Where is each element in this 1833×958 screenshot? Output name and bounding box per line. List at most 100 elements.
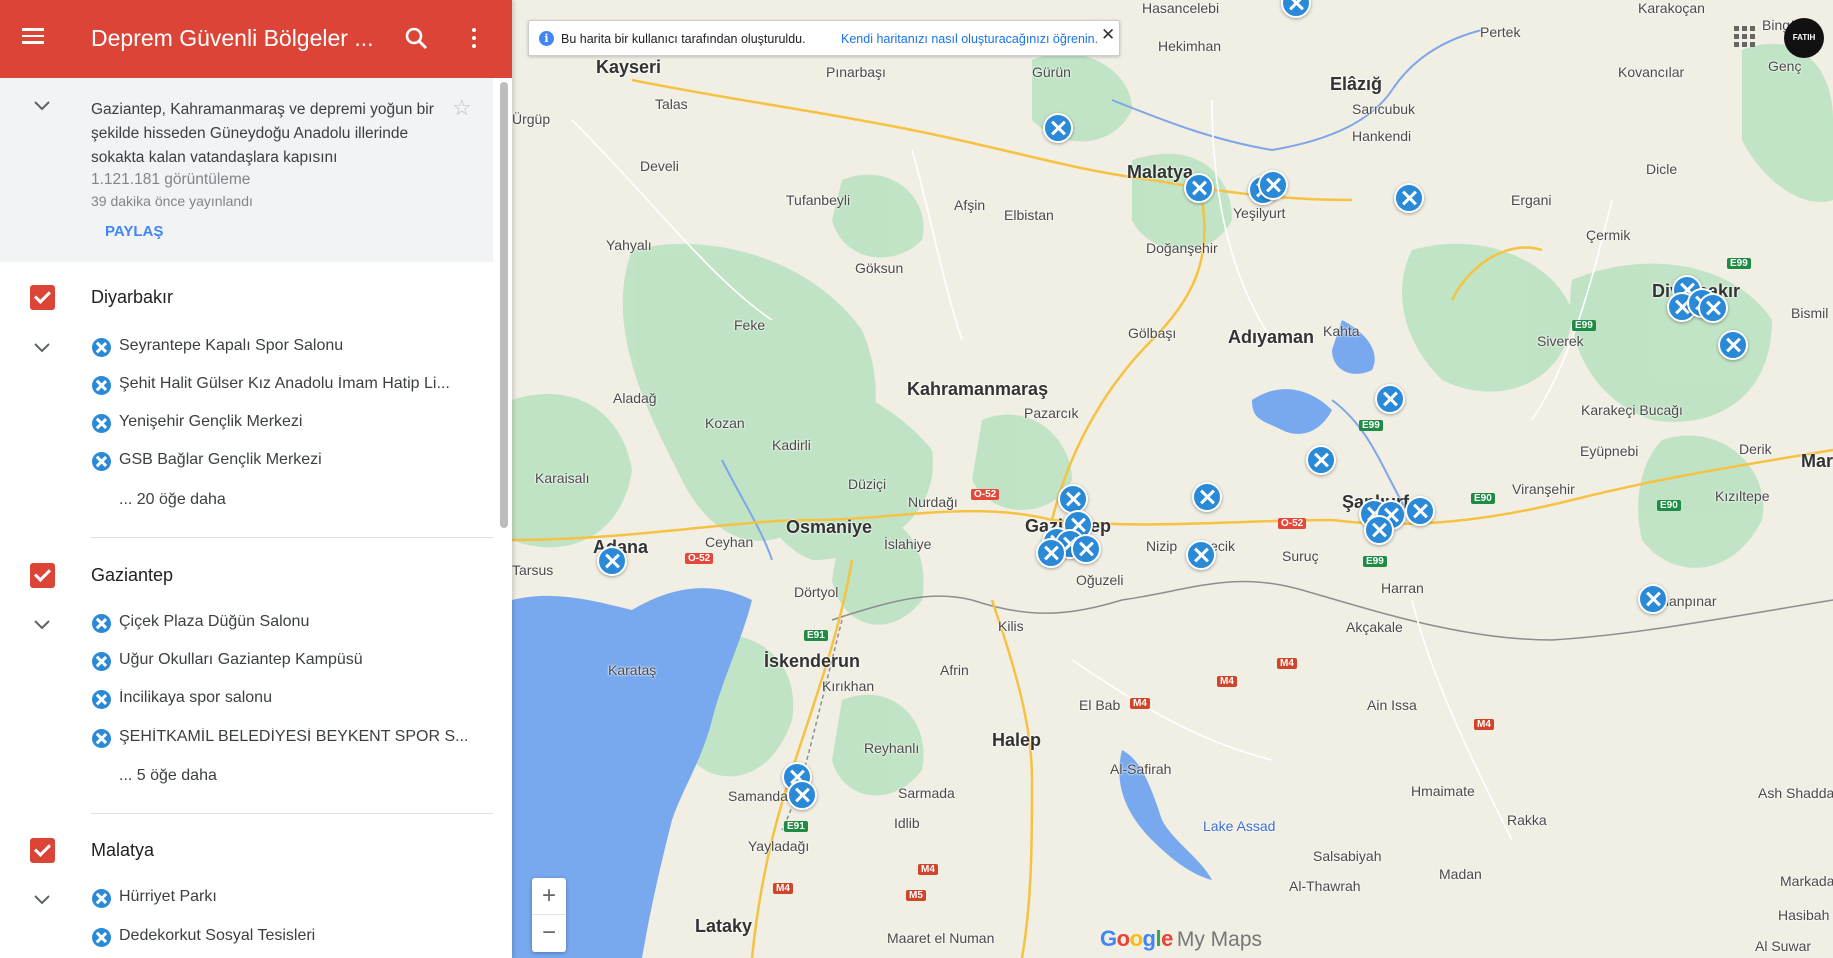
close-icon[interactable]: ✕ (1101, 25, 1115, 45)
apps-grid-icon[interactable] (1734, 26, 1756, 48)
city-label: Salsabiyah (1313, 848, 1382, 864)
layer-checkbox[interactable] (30, 838, 55, 863)
city-label: Gölbaşı (1128, 325, 1177, 341)
road-shield: M5 (906, 890, 926, 901)
shelter-pin[interactable] (1394, 183, 1424, 213)
my-maps-wordmark: My Maps (1176, 928, 1263, 951)
city-label: Madan (1439, 866, 1482, 882)
city-label: Ain Issa (1367, 697, 1417, 713)
layer-checkbox[interactable] (30, 563, 55, 588)
road-shield: E99 (1727, 258, 1751, 269)
city-label: Al-Safirah (1110, 761, 1172, 777)
city-label: Yahyalı (606, 237, 652, 253)
city-label: Akçakale (1346, 619, 1403, 635)
map-description: Gaziantep, Kahramanmaraş ve depremi yoğu… (91, 101, 434, 166)
city-label: Tufanbeyli (786, 192, 851, 208)
shelter-pin[interactable] (1364, 515, 1394, 545)
list-item[interactable]: İncilikaya spor salonu (92, 686, 472, 714)
city-label: Oğuzeli (1076, 572, 1124, 588)
shelter-pin[interactable] (1698, 293, 1728, 323)
layer-checkbox[interactable] (30, 285, 55, 310)
star-icon[interactable]: ☆ (452, 95, 472, 121)
zoom-in-button[interactable]: + (532, 878, 566, 915)
shelter-pin[interactable] (787, 780, 817, 810)
shelter-pin[interactable] (1405, 496, 1435, 526)
city-label: Ceyhan (705, 534, 754, 550)
sidebar-scrollbar[interactable] (500, 82, 508, 528)
city-label: Hasibah (1778, 907, 1830, 923)
shelter-pin[interactable] (1184, 173, 1214, 203)
hospital-marker-icon (92, 452, 111, 471)
road-shield: M4 (1474, 719, 1494, 730)
city-label: Feke (734, 317, 766, 333)
chevron-down-icon[interactable] (33, 619, 51, 631)
share-button[interactable]: PAYLAŞ (105, 223, 163, 240)
shelter-pin[interactable] (1306, 445, 1336, 475)
shelter-pin[interactable] (1043, 113, 1073, 143)
road-shield: O-52 (971, 489, 1000, 500)
list-item[interactable]: Yenişehir Gençlik Merkezi (92, 410, 472, 438)
sidebar: Deprem Güvenli Bölgeler ... Gaziantep, K… (0, 0, 512, 958)
list-item[interactable]: GSB Bağlar Gençlik Merkezi (92, 448, 472, 476)
city-label: Karakeçi Bucağı (1581, 402, 1683, 418)
city-label: Adıyaman (1228, 327, 1315, 347)
chevron-down-icon[interactable] (33, 894, 51, 906)
shelter-pin[interactable] (1036, 538, 1066, 568)
shelter-pin[interactable] (1718, 330, 1748, 360)
city-label: Yayladağı (748, 838, 810, 854)
map-canvas[interactable]: Kayseri Malatya Elâzığ Adıyaman Kahraman… (512, 0, 1833, 958)
city-label: Hmaimate (1411, 783, 1475, 799)
city-label: Viranşehir (1512, 481, 1575, 497)
shelter-pin[interactable] (1071, 534, 1101, 564)
more-items-link[interactable]: ... 20 öğe daha (119, 491, 226, 509)
city-label: Kovancılar (1618, 64, 1685, 80)
more-items-link[interactable]: ... 5 öğe daha (119, 767, 217, 785)
city-label: Kadirli (772, 437, 811, 453)
city-label: Mardin (1801, 451, 1833, 471)
chevron-down-icon[interactable] (33, 100, 51, 112)
search-icon[interactable] (402, 24, 432, 54)
menu-icon[interactable] (18, 24, 48, 54)
zoom-controls: + − (532, 878, 566, 952)
zoom-out-button[interactable]: − (532, 915, 566, 952)
list-item[interactable]: Uğur Okulları Gaziantep Kampüsü (92, 648, 472, 676)
city-label: Malatya (1127, 162, 1194, 182)
city-label: Gürün (1032, 64, 1071, 80)
list-item[interactable]: Hürriyet Parkı (92, 885, 472, 913)
city-label: Nizip (1146, 538, 1178, 554)
shelter-pin[interactable] (597, 546, 627, 576)
city-label: Al Suwar (1755, 938, 1812, 954)
hospital-marker-icon (92, 376, 111, 395)
shelter-pin[interactable] (1638, 584, 1668, 614)
shelter-pin[interactable] (1258, 170, 1288, 200)
shelter-pin[interactable] (1375, 384, 1405, 414)
road-shield: M4 (1130, 698, 1150, 709)
road-shield: M4 (1217, 676, 1237, 687)
city-label: Göksun (855, 260, 904, 276)
city-label: Kızıltepe (1715, 488, 1770, 504)
hospital-marker-icon (92, 690, 111, 709)
city-label: Lataky (695, 916, 753, 936)
learn-more-link[interactable]: Kendi haritanızı nasıl oluşturacağınızı … (841, 32, 1098, 46)
list-item[interactable]: Çiçek Plaza Düğün Salonu (92, 610, 472, 638)
city-label: Pazarcık (1024, 405, 1079, 421)
info-banner: i Bu harita bir kullanıcı tarafından olu… (528, 20, 1120, 56)
list-item[interactable]: Şehit Halit Gülser Kız Anadolu İmam Hati… (92, 372, 472, 400)
city-label: Reyhanlı (864, 740, 920, 756)
more-options-icon[interactable] (462, 24, 486, 54)
layer-diyarbakir: Diyarbakır Seyrantepe Kapalı Spor Salonu… (0, 262, 493, 542)
city-label: El Bab (1079, 697, 1121, 713)
list-item[interactable]: Seyrantepe Kapalı Spor Salonu (92, 334, 472, 362)
city-label: Çermik (1586, 227, 1631, 243)
list-item[interactable]: Dedekorkut Sosyal Tesisleri (92, 924, 472, 952)
list-item[interactable]: ŞEHİTKAMİL BELEDİYESİ BEYKENT SPOR S... (92, 725, 472, 753)
shelter-pin[interactable] (1192, 482, 1222, 512)
hospital-marker-icon (92, 338, 111, 357)
city-label: Sarıcubuk (1352, 101, 1416, 117)
shelter-pin[interactable] (1058, 484, 1088, 514)
shelter-pin[interactable] (1186, 540, 1216, 570)
chevron-down-icon[interactable] (33, 342, 51, 354)
city-label: Ash Shaddadah (1758, 785, 1833, 801)
road-shield: O-52 (1278, 518, 1307, 529)
account-avatar[interactable]: FATIH (1784, 18, 1824, 58)
